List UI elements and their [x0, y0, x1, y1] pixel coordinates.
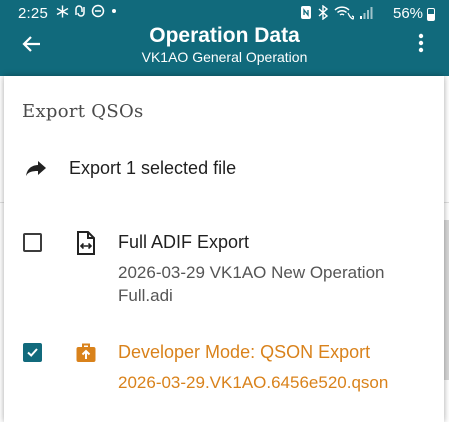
link-icon [75, 5, 85, 17]
file-row-adif[interactable]: Full ADIF Export 2026-03-29 VK1AO New Op… [4, 226, 444, 306]
do-not-disturb-icon [91, 4, 105, 18]
dot-icon [112, 9, 116, 13]
page-subtitle: VK1AO General Operation [141, 49, 308, 65]
adif-checkbox[interactable] [23, 233, 42, 252]
export-selected-button[interactable]: Export 1 selected file [4, 146, 444, 190]
file-name: 2026-03-29.VK1AO.6456e520.qson [118, 373, 389, 392]
status-system-icons [300, 5, 373, 20]
file-export-icon [77, 231, 95, 255]
file-name: 2026-03-29 VK1AO New Operation Full.adi [118, 263, 385, 305]
snowflake-icon [56, 5, 69, 17]
dialog-heading: Export QSOs [22, 101, 144, 122]
status-notification-icons [56, 4, 119, 18]
signal-icon [360, 6, 373, 19]
app-bar: Operation Data VK1AO General Operation [0, 22, 449, 72]
file-title: Developer Mode: QSON Export [118, 342, 371, 362]
export-selected-label: Export 1 selected file [69, 158, 237, 178]
file-title: Full ADIF Export [118, 232, 250, 252]
wifi-calling-icon [334, 6, 354, 20]
check-icon [27, 348, 38, 357]
briefcase-upload-icon [76, 343, 96, 362]
file-row-qson[interactable]: Developer Mode: QSON Export 2026-03-29.V… [4, 336, 444, 396]
bluetooth-icon [318, 5, 329, 20]
nfc-icon [301, 6, 311, 19]
battery-icon [427, 8, 435, 21]
status-time: 2:25 [18, 5, 48, 22]
battery-percentage: 56% [393, 5, 424, 22]
share-arrow-icon [26, 161, 46, 176]
more-vert-icon[interactable] [413, 31, 429, 55]
qson-checkbox[interactable] [23, 343, 42, 362]
page-title: Operation Data [149, 24, 300, 47]
export-dialog: Export QSOs Export 1 selected file Full … [4, 76, 444, 422]
